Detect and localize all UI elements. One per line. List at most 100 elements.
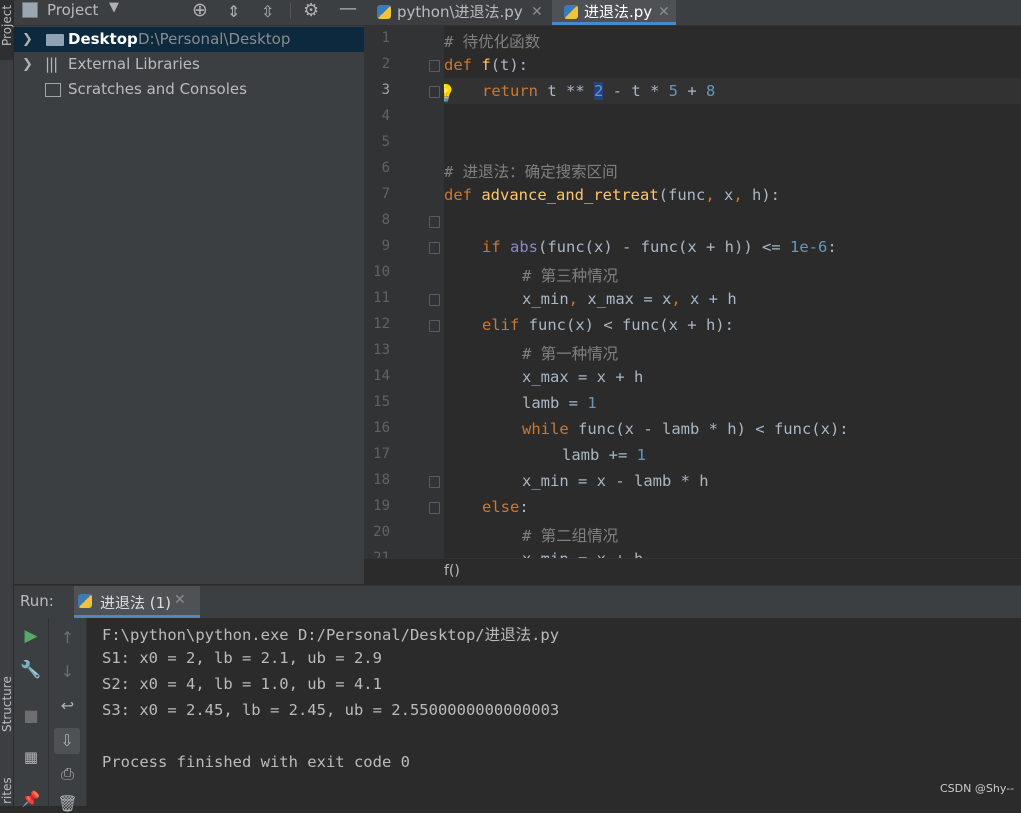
code-line-13: # 第一种情况	[522, 345, 619, 363]
python-file-icon	[377, 5, 391, 19]
tree-item-scratches[interactable]: Scratches and Consoles	[14, 77, 364, 102]
run-tab[interactable]: 进退法 (1) ✕	[74, 586, 200, 618]
line-number: 6	[381, 160, 390, 176]
favorites-tool-tab[interactable]: rites	[0, 770, 14, 806]
tree-item-desktop[interactable]: ❯ Desktop D:\Personal\Desktop	[14, 27, 364, 52]
close-icon[interactable]: ✕	[658, 0, 670, 24]
tree-item-path: D:\Personal\Desktop	[138, 30, 291, 48]
code-line-10: # 第三种情况	[522, 267, 619, 285]
console-line: F:\python\python.exe D:/Personal/Desktop…	[102, 626, 560, 644]
breadcrumb-bar: f()	[364, 558, 1021, 585]
favorites-tool-label: rites	[0, 777, 14, 804]
tree-item-label: External Libraries	[68, 55, 200, 73]
line-number: 16	[373, 420, 390, 436]
watermark: CSDN @Shy--	[940, 782, 1015, 795]
console-line: Process finished with exit code 0	[102, 753, 410, 771]
console-line: S3: x0 = 2.45, lb = 2.45, ub = 2.5500000…	[102, 701, 560, 719]
chevron-right-icon[interactable]: ❯	[22, 52, 33, 77]
fold-marker-icon[interactable]	[429, 242, 440, 254]
fold-marker-icon[interactable]	[429, 320, 440, 332]
run-toolbar-primary: ▶ 🔧 ■ ▦ 📌	[14, 618, 49, 808]
fold-marker-icon[interactable]	[429, 60, 440, 72]
line-number: 20	[373, 524, 390, 540]
fold-marker-icon[interactable]	[429, 216, 440, 228]
lightbulb-icon[interactable]: 💡	[444, 84, 456, 104]
editor-gutter: 1 2 3 4 5 6 7 8 9 10 11 12 13 14 15 16 1…	[364, 26, 444, 566]
project-tree: ❯ Desktop D:\Personal\Desktop ❯ ||| Exte…	[14, 26, 364, 584]
run-console[interactable]: F:\python\python.exe D:/Personal/Desktop…	[87, 618, 1021, 806]
code-line-2: def f(t):	[444, 56, 529, 74]
tree-item-label: Desktop	[68, 30, 138, 48]
line-number: 12	[373, 316, 390, 332]
code-line-16: while func(x - lamb * h) < func(x):	[522, 420, 849, 438]
arrow-up-icon[interactable]: ↑	[49, 628, 86, 647]
line-number: 2	[381, 56, 390, 72]
code-line-18: x_min = x - lamb * h	[522, 472, 709, 490]
project-pane-header: Project ▼ ⊕ ⇕ ⇳ ⚙ —	[14, 0, 364, 26]
arrow-down-icon[interactable]: ↓	[49, 662, 86, 681]
tree-item-external-libraries[interactable]: ❯ ||| External Libraries	[14, 52, 364, 77]
tree-item-label: Scratches and Consoles	[68, 80, 247, 98]
tab-python-jintuifa[interactable]: python\进退法.py ✕	[364, 0, 550, 25]
folder-icon	[46, 34, 64, 46]
code-line-14: x_max = x + h	[522, 368, 644, 386]
close-icon[interactable]: ✕	[531, 0, 543, 24]
soft-wrap-icon[interactable]: ↩	[49, 696, 86, 715]
project-pane-title[interactable]: Project	[47, 0, 98, 20]
close-icon[interactable]: ✕	[174, 592, 186, 608]
libraries-icon: |||	[45, 55, 58, 73]
chevron-right-icon[interactable]: ❯	[22, 27, 33, 52]
scroll-to-end-icon: ⇩	[60, 731, 74, 750]
pin-icon[interactable]: 📌	[14, 790, 48, 808]
editor-tab-bar: python\进退法.py ✕ 进退法.py ✕	[364, 0, 1021, 26]
line-number: 19	[373, 498, 390, 514]
code-line-1: # 待优化函数	[444, 33, 541, 51]
line-number: 8	[381, 212, 390, 228]
fold-marker-icon[interactable]	[429, 476, 440, 488]
code-line-12: elif func(x) < func(x + h):	[482, 316, 734, 334]
code-line-15: lamb = 1	[522, 394, 597, 412]
code-line-11: x_min, x_max = x, x + h	[522, 290, 737, 308]
code-editor[interactable]: 💡 # 待优化函数 def f(t): return t ** 2 - t * …	[444, 26, 1021, 558]
run-panel-header: Run: 进退法 (1) ✕	[14, 585, 1021, 619]
stop-icon[interactable]: ■	[14, 706, 48, 725]
line-number: 7	[381, 186, 390, 202]
trash-icon[interactable]: 🗑	[49, 794, 86, 813]
line-number: 9	[381, 238, 390, 254]
fold-marker-icon[interactable]	[429, 502, 440, 514]
project-tool-tab[interactable]: Project	[0, 0, 14, 60]
project-view-icon	[22, 2, 38, 18]
line-number-current: 3	[381, 82, 390, 98]
gear-icon[interactable]: ⚙	[303, 0, 319, 21]
fold-marker-icon[interactable]	[429, 86, 440, 98]
line-number: 17	[373, 446, 390, 462]
hide-icon[interactable]: —	[339, 0, 357, 19]
print-icon[interactable]: ⎙	[49, 764, 86, 784]
divider	[290, 3, 291, 19]
breadcrumb[interactable]: f()	[444, 563, 460, 579]
scroll-to-end-button[interactable]: ⇩	[54, 728, 80, 754]
expand-all-icon[interactable]: ⇕	[227, 2, 240, 21]
line-number: 11	[373, 290, 390, 306]
line-number: 15	[373, 394, 390, 410]
console-line: S2: x0 = 4, lb = 1.0, ub = 4.1	[102, 675, 382, 693]
code-line-17: lamb += 1	[562, 446, 646, 464]
line-number: 18	[373, 472, 390, 488]
structure-tool-tab[interactable]: Structure	[0, 668, 14, 738]
wrench-icon[interactable]: 🔧	[14, 660, 48, 680]
run-tab-label: 进退法 (1)	[100, 594, 172, 612]
project-tool-label: Project	[0, 4, 14, 46]
locate-icon[interactable]: ⊕	[192, 0, 208, 21]
fold-marker-icon[interactable]	[429, 294, 440, 306]
line-number: 10	[373, 264, 390, 280]
python-file-icon	[564, 5, 578, 19]
line-number: 13	[373, 342, 390, 358]
code-line-20: # 第二组情况	[522, 527, 619, 545]
rerun-icon[interactable]: ▶	[14, 626, 48, 646]
tab-jintuifa-active[interactable]: 进退法.py ✕	[552, 0, 676, 25]
layout-icon[interactable]: ▦	[14, 748, 48, 766]
tab-label: 进退法.py	[584, 3, 653, 21]
collapse-all-icon[interactable]: ⇳	[261, 2, 274, 21]
chevron-down-icon[interactable]: ▼	[109, 0, 119, 15]
line-number: 14	[373, 368, 390, 384]
